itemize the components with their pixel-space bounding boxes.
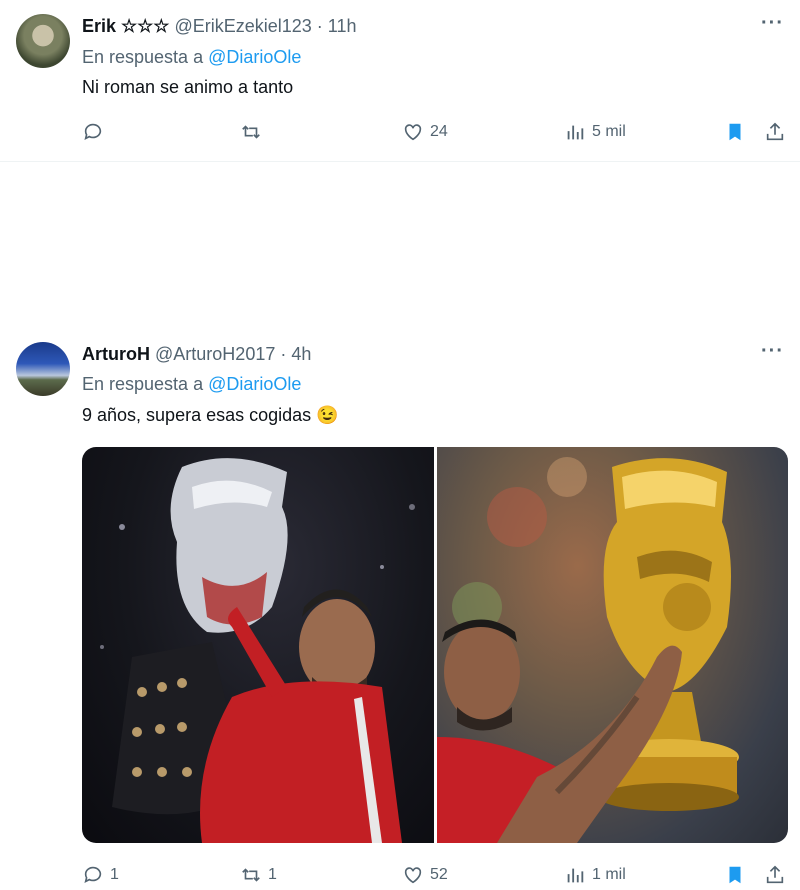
share-button[interactable] [764, 117, 786, 147]
reply-prefix: En respuesta a [82, 47, 209, 67]
reply-count: 1 [110, 866, 119, 883]
tweet[interactable]: ArturoH @ArturoH2017 · 4h ··· En respues… [0, 162, 800, 884]
photo-player-holding-gold-trophy[interactable] [436, 447, 788, 843]
more-options-icon[interactable]: ··· [761, 12, 784, 35]
tweet-header: ArturoH @ArturoH2017 · 4h [82, 344, 311, 365]
avatar[interactable] [16, 14, 70, 68]
tweet-text: 9 años, supera esas cogidas 😉 [82, 405, 339, 425]
bookmark-button[interactable] [724, 117, 746, 147]
view-count: 5 mil [592, 123, 626, 140]
retweet-icon [242, 125, 260, 139]
share-icon [766, 122, 784, 141]
reply-button[interactable]: 1 [82, 860, 119, 890]
action-bar: 24 5 mil [82, 117, 788, 147]
retweet-icon [242, 868, 260, 882]
reply-context: En respuesta a @DiarioOle [82, 47, 301, 68]
heart-icon [404, 124, 422, 141]
view-count: 1 mil [592, 866, 626, 883]
reply-button[interactable] [82, 117, 110, 147]
heart-icon [404, 867, 422, 884]
tweet-header: Erik ☆☆☆ @ErikEzekiel123 · 11h [82, 16, 356, 37]
display-name[interactable]: Erik ☆☆☆ [82, 16, 169, 36]
avatar[interactable] [16, 342, 70, 396]
reply-icon [84, 123, 102, 140]
views-icon [567, 868, 584, 883]
share-button[interactable] [764, 860, 786, 890]
display-name[interactable]: ArturoH [82, 344, 150, 364]
photo-illustration [436, 457, 739, 843]
retweet-button[interactable] [240, 117, 268, 147]
bookmark-icon [729, 866, 741, 884]
bookmark-button[interactable] [724, 860, 746, 890]
retweet-button[interactable]: 1 [240, 860, 277, 890]
views-button[interactable]: 1 mil [564, 860, 626, 890]
media-grid [82, 447, 788, 843]
like-count: 24 [430, 123, 448, 140]
handle-and-time[interactable]: @ErikEzekiel123 · 11h [174, 16, 356, 36]
photo-illustration [100, 458, 415, 843]
reply-icon [84, 866, 102, 883]
more-options-icon[interactable]: ··· [761, 340, 784, 363]
tweet-text: Ni roman se animo a tanto [82, 77, 294, 97]
bookmark-icon [729, 123, 741, 141]
like-button[interactable]: 52 [402, 860, 448, 890]
views-button[interactable]: 5 mil [564, 117, 626, 147]
retweet-count: 1 [268, 866, 277, 883]
handle-and-time[interactable]: @ArturoH2017 · 4h [155, 344, 311, 364]
tweet[interactable]: Erik ☆☆☆ @ErikEzekiel123 · 11h ··· En re… [0, 0, 800, 162]
mention-link[interactable]: @DiarioOle [208, 47, 301, 67]
views-icon [567, 125, 584, 140]
reply-context: En respuesta a @DiarioOle [82, 374, 301, 395]
action-bar: 1 1 52 1 mil [82, 860, 788, 890]
reply-prefix: En respuesta a [82, 374, 209, 394]
photo-player-lifting-trophy-night[interactable] [82, 447, 434, 843]
like-count: 52 [430, 866, 448, 883]
mention-link[interactable]: @DiarioOle [208, 374, 301, 394]
share-icon [766, 865, 784, 884]
like-button[interactable]: 24 [402, 117, 448, 147]
